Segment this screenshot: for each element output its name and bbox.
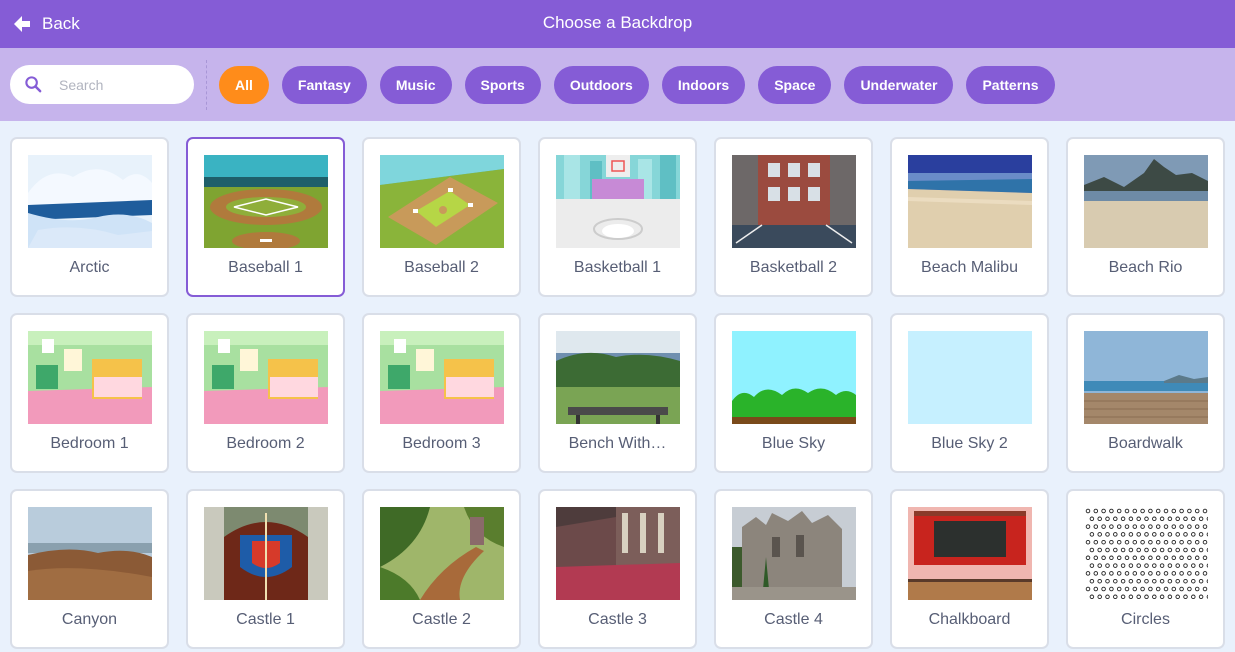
backdrop-label: Castle 4 xyxy=(764,611,823,628)
category-chip-music[interactable]: Music xyxy=(379,66,452,104)
chalkboard-thumbnail xyxy=(908,507,1032,600)
category-chip-indoors[interactable]: Indoors xyxy=(661,66,746,104)
backdrop-label: Beach Rio xyxy=(1108,259,1183,276)
backdrop-card[interactable]: Castle 3 xyxy=(538,489,697,649)
beach-mountain-thumbnail xyxy=(1084,155,1208,248)
filter-bar: All Fantasy Music Sports Outdoors Indoors Spac… xyxy=(0,48,1235,121)
bench-view-thumbnail xyxy=(556,331,680,424)
backdrop-card[interactable]: Bench With… xyxy=(538,313,697,473)
search-box[interactable] xyxy=(10,65,194,104)
category-chip-underwater[interactable]: Underwater xyxy=(844,66,954,104)
backdrop-label: Bedroom 1 xyxy=(50,435,129,452)
backdrop-label: Canyon xyxy=(61,611,118,628)
backdrop-label: Castle 1 xyxy=(236,611,295,628)
backdrop-label: Castle 2 xyxy=(412,611,471,628)
category-chip-all[interactable]: All xyxy=(219,66,269,104)
backdrop-card[interactable]: Beach Rio xyxy=(1066,137,1225,297)
bedroom-thumbnail xyxy=(380,331,504,424)
blue-sky-hills-thumbnail xyxy=(732,331,856,424)
category-chip-outdoors[interactable]: Outdoors xyxy=(553,66,649,104)
category-filter-list: All Fantasy Music Sports Outdoors Indoors Spac… xyxy=(219,66,1055,104)
backdrop-label: Beach Malibu xyxy=(921,259,1018,276)
backdrop-label: Baseball 2 xyxy=(404,259,479,276)
backdrop-card[interactable]: Circles xyxy=(1066,489,1225,649)
castle-hall-thumbnail xyxy=(556,507,680,600)
backdrop-card[interactable]: Blue Sky 2 xyxy=(890,313,1049,473)
backdrop-card[interactable]: Baseball 1 xyxy=(186,137,345,297)
castle-ruins-thumbnail xyxy=(732,507,856,600)
backdrop-card[interactable]: Castle 2 xyxy=(362,489,521,649)
backdrop-card[interactable]: Arctic xyxy=(10,137,169,297)
backdrop-label: Bench With… xyxy=(568,435,667,452)
backdrop-label: Arctic xyxy=(69,259,110,276)
back-button[interactable]: Back xyxy=(12,0,80,48)
category-chip-space[interactable]: Space xyxy=(758,66,832,104)
backdrop-card[interactable]: Castle 1 xyxy=(186,489,345,649)
category-chip-sports[interactable]: Sports xyxy=(464,66,541,104)
basketball-outdoor-thumbnail xyxy=(732,155,856,248)
backdrop-card[interactable]: Bedroom 3 xyxy=(362,313,521,473)
search-input[interactable] xyxy=(59,76,179,93)
header-bar: Back Choose a Backdrop xyxy=(0,0,1235,48)
backdrop-label: Chalkboard xyxy=(928,611,1011,628)
backdrop-card[interactable]: Chalkboard xyxy=(890,489,1049,649)
backdrop-card[interactable]: Blue Sky xyxy=(714,313,873,473)
backdrop-card[interactable]: Castle 4 xyxy=(714,489,873,649)
backdrop-label: Blue Sky xyxy=(761,435,826,452)
backdrop-card[interactable]: Bedroom 2 xyxy=(186,313,345,473)
arctic-thumbnail xyxy=(28,155,152,248)
backdrop-card[interactable]: Bedroom 1 xyxy=(10,313,169,473)
backdrop-label: Bedroom 2 xyxy=(226,435,305,452)
backdrop-card[interactable]: Boardwalk xyxy=(1066,313,1225,473)
category-chip-fantasy[interactable]: Fantasy xyxy=(281,66,367,104)
baseball-diamond-thumbnail xyxy=(380,155,504,248)
backdrop-card[interactable]: Basketball 1 xyxy=(538,137,697,297)
arrow-left-icon xyxy=(14,16,30,32)
bedroom-thumbnail xyxy=(28,331,152,424)
circles-pattern-thumbnail xyxy=(1084,507,1208,600)
search-icon xyxy=(25,76,42,93)
backdrop-label: Basketball 1 xyxy=(573,259,662,276)
castle-gate-thumbnail xyxy=(204,507,328,600)
backdrop-card[interactable]: Baseball 2 xyxy=(362,137,521,297)
backdrop-label: Blue Sky 2 xyxy=(931,435,1008,452)
backdrop-card[interactable]: Basketball 2 xyxy=(714,137,873,297)
backdrop-grid: Arctic Baseball 1 Baseball 2 Basketball 1 Ba… xyxy=(10,137,1225,649)
basketball-court-thumbnail xyxy=(556,155,680,248)
backdrop-label: Circles xyxy=(1121,611,1170,628)
plain-sky-thumbnail xyxy=(908,331,1032,424)
backdrop-card[interactable]: Beach Malibu xyxy=(890,137,1049,297)
filter-divider xyxy=(206,60,207,110)
category-chip-patterns[interactable]: Patterns xyxy=(966,66,1055,104)
backdrop-label: Bedroom 3 xyxy=(402,435,481,452)
bedroom-thumbnail xyxy=(204,331,328,424)
canyon-thumbnail xyxy=(28,507,152,600)
back-label: Back xyxy=(42,14,80,33)
backdrop-label: Baseball 1 xyxy=(228,259,303,276)
forest-path-thumbnail xyxy=(380,507,504,600)
backdrop-label: Castle 3 xyxy=(588,611,647,628)
boardwalk-thumbnail xyxy=(1084,331,1208,424)
backdrop-card[interactable]: Canyon xyxy=(10,489,169,649)
backdrop-label: Boardwalk xyxy=(1108,435,1183,452)
baseball-field-thumbnail xyxy=(204,155,328,248)
beach-thumbnail xyxy=(908,155,1032,248)
page-title: Choose a Backdrop xyxy=(542,13,693,32)
backdrop-label: Basketball 2 xyxy=(749,259,838,276)
